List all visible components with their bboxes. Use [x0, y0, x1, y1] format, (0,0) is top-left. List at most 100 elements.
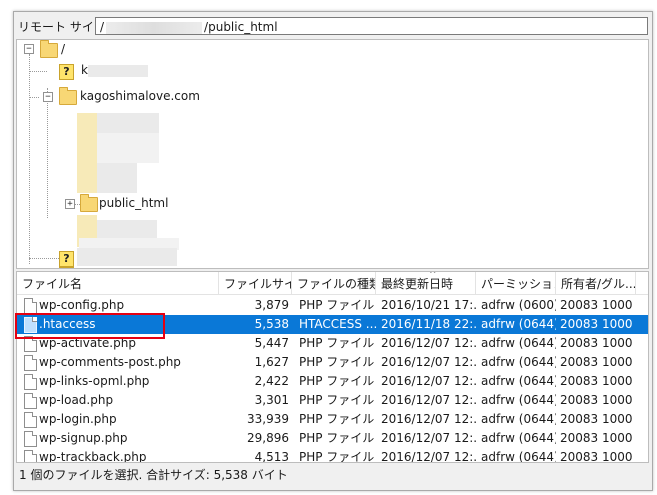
- file-permissions: adfrw (0644): [481, 374, 556, 388]
- file-modified: 2016/12/07 12:...: [381, 336, 476, 350]
- collapse-icon[interactable]: −: [43, 92, 53, 102]
- file-modified: 2016/12/07 12:...: [381, 450, 476, 463]
- file-name: wp-comments-post.php: [39, 355, 181, 369]
- table-row[interactable]: wp-comments-post.php 1,627 PHP ファイル 2016/12…: [17, 353, 648, 372]
- remote-directory-tree[interactable]: − / ? k − kagoshimalove.com + public_htm…: [16, 39, 649, 269]
- redacted-node-name: [88, 65, 148, 77]
- tree-connector: [29, 97, 39, 98]
- table-row[interactable]: wp-trackback.php 4,513 PHP ファイル 2016/12/07 …: [17, 448, 648, 463]
- file-modified: 2016/12/07 12:...: [381, 355, 476, 369]
- table-row[interactable]: wp-load.php 3,301 PHP ファイル 2016/12/07 12:..…: [17, 391, 648, 410]
- file-icon: [24, 336, 37, 352]
- file-type: PHP ファイル: [299, 355, 375, 369]
- file-type: PHP ファイル: [299, 431, 375, 445]
- file-owner: 20083 1000: [560, 355, 633, 369]
- file-owner: 20083 1000: [560, 450, 633, 463]
- redacted-path-segment: [106, 21, 203, 34]
- file-size: 33,939: [247, 412, 289, 426]
- file-name: wp-signup.php: [39, 431, 128, 445]
- file-modified: 2016/12/07 12:...: [381, 412, 476, 426]
- file-icon: [24, 298, 37, 314]
- file-list-header: ファイル名 ファイルサイズ ファイルの種類 最終更新日時 パーミッション 所有者…: [17, 272, 648, 295]
- tree-connector: [29, 258, 59, 259]
- file-type: HTACCESS ...: [299, 317, 377, 331]
- folder-icon: [80, 194, 98, 212]
- table-row[interactable]: .htaccess 5,538 HTACCESS ... 2016/11/18 22:…: [17, 315, 648, 334]
- remote-path-input[interactable]: / /public_html: [95, 17, 648, 35]
- question-mark-icon: ?: [59, 64, 74, 80]
- table-row[interactable]: wp-signup.php 29,896 PHP ファイル 2016/12/07 12…: [17, 429, 648, 448]
- file-type: PHP ファイル: [299, 374, 375, 388]
- file-permissions: adfrw (0644): [481, 355, 556, 369]
- file-size: 1,627: [254, 355, 289, 369]
- collapse-icon[interactable]: −: [24, 44, 34, 54]
- file-icon: [24, 412, 37, 428]
- file-name: wp-config.php: [39, 298, 125, 312]
- file-size: 3,879: [254, 298, 289, 312]
- file-owner: 20083 1000: [560, 336, 633, 350]
- filezilla-remote-panel: リモート サイト: //public_html − / ? k − kagosh…: [13, 11, 653, 491]
- tree-connector: [29, 54, 30, 264]
- file-name: wp-activate.php: [39, 336, 136, 350]
- file-permissions: adfrw (0644): [481, 393, 556, 407]
- tree-node-site[interactable]: kagoshimalove.com: [80, 87, 200, 105]
- column-header-name[interactable]: ファイル名: [17, 272, 219, 294]
- redacted-node-name: [97, 113, 159, 133]
- file-name: wp-trackback.php: [39, 450, 147, 463]
- file-size: 3,301: [254, 393, 289, 407]
- redacted-node-name: [77, 248, 177, 266]
- remote-file-list[interactable]: ファイル名 ファイルサイズ ファイルの種類 最終更新日時 パーミッション 所有者…: [16, 271, 649, 463]
- sort-caret-icon: ^: [429, 271, 437, 280]
- file-permissions: adfrw (0644): [481, 336, 556, 350]
- column-header-size[interactable]: ファイルサイズ: [219, 272, 292, 294]
- file-name: wp-links-opml.php: [39, 374, 150, 388]
- redacted-node-name: [97, 133, 159, 163]
- file-owner: 20083 1000: [560, 431, 633, 445]
- file-type: PHP ファイル: [299, 298, 375, 312]
- file-owner: 20083 1000: [560, 298, 633, 312]
- file-type: PHP ファイル: [299, 336, 375, 350]
- tree-node-public-html[interactable]: public_html: [99, 194, 168, 212]
- file-size: 5,538: [254, 317, 289, 331]
- file-owner: 20083 1000: [560, 412, 633, 426]
- table-row[interactable]: wp-login.php 33,939 PHP ファイル 2016/12/07 12:…: [17, 410, 648, 429]
- file-name: .htaccess: [39, 317, 96, 331]
- expand-icon[interactable]: +: [65, 199, 75, 209]
- file-icon: [24, 317, 37, 333]
- tree-node-partial[interactable]: k: [81, 61, 88, 79]
- folder-icon: [59, 87, 77, 105]
- file-size: 29,896: [247, 431, 289, 445]
- file-name: wp-login.php: [39, 412, 117, 426]
- column-header-modified[interactable]: 最終更新日時: [376, 272, 476, 294]
- tree-node-root[interactable]: /: [61, 40, 65, 58]
- remote-path-bar: リモート サイト: //public_html: [16, 15, 650, 39]
- question-mark-icon: ?: [59, 267, 74, 268]
- redacted-node-name: [97, 163, 137, 193]
- file-icon: [24, 374, 37, 390]
- file-name: wp-load.php: [39, 393, 114, 407]
- file-type: PHP ファイル: [299, 393, 375, 407]
- status-bar: 1 個のファイルを選択. 合計サイズ: 5,538 バイト: [19, 468, 288, 482]
- file-icon: [24, 355, 37, 371]
- column-header-permissions[interactable]: パーミッション: [476, 272, 556, 294]
- file-icon: [24, 450, 37, 462]
- tree-connector: [47, 88, 48, 218]
- table-row[interactable]: wp-links-opml.php 2,422 PHP ファイル 2016/12/07…: [17, 372, 648, 391]
- file-type: PHP ファイル: [299, 450, 375, 463]
- table-row[interactable]: wp-activate.php 5,447 PHP ファイル 2016/12/07 1…: [17, 334, 648, 353]
- file-icon: [24, 393, 37, 409]
- column-header-owner[interactable]: 所有者/グル...: [556, 272, 636, 294]
- column-header-type[interactable]: ファイルの種類: [292, 272, 376, 294]
- file-type: PHP ファイル: [299, 412, 375, 426]
- file-modified: 2016/12/07 12:...: [381, 393, 476, 407]
- file-owner: 20083 1000: [560, 393, 633, 407]
- file-owner: 20083 1000: [560, 374, 633, 388]
- folder-icon: [40, 40, 58, 58]
- file-modified: 2016/12/07 12:...: [381, 374, 476, 388]
- file-modified: 2016/11/18 22:...: [381, 317, 476, 331]
- path-prefix: /: [100, 20, 105, 34]
- file-permissions: adfrw (0644): [481, 412, 556, 426]
- table-row[interactable]: wp-config.php 3,879 PHP ファイル 2016/10/21 17:…: [17, 296, 648, 315]
- redacted-node-name: [97, 220, 157, 238]
- file-permissions: adfrw (0644): [481, 431, 556, 445]
